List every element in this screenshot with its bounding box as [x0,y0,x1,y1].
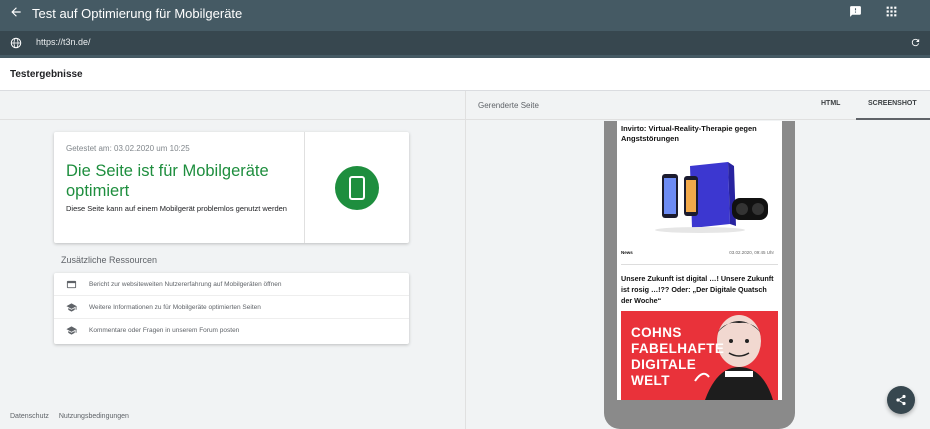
terms-link[interactable]: Nutzungsbedingungen [59,413,129,420]
page-title: Test auf Optimierung für Mobilgeräte [32,6,243,21]
globe-icon [10,37,22,49]
graduation-cap-icon [66,303,77,312]
left-pane: Getestet am: 03.02.2020 um 10:25 Die Sei… [0,91,465,429]
result-headline: Die Seite ist für Mobilgeräte optimiert [66,162,269,200]
article-title: Invirto: Virtual-Reality-Therapie gegen … [621,124,757,143]
resource-item-report[interactable]: Bericht zur websiteweiten Nutzererfahrun… [54,273,409,296]
results-heading: Testergebnisse [10,69,83,80]
rendered-toolbar: Gerenderte Seite HTML SCREENSHOT [466,91,930,120]
article-title: Unsere Zukunft ist digital …! Unsere Zuk… [621,274,774,305]
image-text-line: DIGITALE [631,357,697,372]
resources-card: Bericht zur websiteweiten Nutzererfahrun… [54,273,409,344]
article-meta: News 03.02.2020, 09:45 Uhr [621,250,778,259]
tested-date: Getestet am: 03.02.2020 um 10:25 [66,144,190,153]
mobile-friendly-badge [335,166,379,210]
image-text-line: WELT [631,373,670,388]
reload-icon[interactable] [910,37,921,48]
smartphone-icon [349,176,365,200]
phone-screenshot[interactable]: Invirto: Virtual-Reality-Therapie gegen … [617,121,782,400]
right-pane: Gerenderte Seite HTML SCREENSHOT Invirto… [465,91,930,429]
privacy-link[interactable]: Datenschutz [10,413,49,420]
result-description: Diese Seite kann auf einem Mobilgerät pr… [66,204,287,213]
share-icon [896,394,906,406]
article-image [630,158,770,238]
url-text[interactable]: https://t3n.de/ [36,37,91,47]
url-field[interactable]: https://t3n.de/ [0,31,930,55]
tab-html[interactable]: HTML [821,100,840,107]
card-divider [304,132,305,243]
resources-heading: Zusätzliche Ressourcen [61,255,158,265]
left-subbar [0,91,465,120]
article-image: COHNS FABELHAFTE DIGITALE WELT [621,311,778,400]
results-header: Testergebnisse [0,58,930,91]
title-row: Test auf Optimierung für Mobilgeräte [0,0,930,27]
result-card: Getestet am: 03.02.2020 um 10:25 Die Sei… [54,132,409,243]
phone-frame: Invirto: Virtual-Reality-Therapie gegen … [604,121,795,429]
rendered-page-label: Gerenderte Seite [478,101,539,110]
footer-links: Datenschutz Nutzungsbedingungen [10,413,137,420]
share-button[interactable] [887,386,915,414]
article-category: News [621,250,633,255]
browser-window-icon [66,280,77,289]
image-text-line: COHNS [631,325,682,340]
apps-grid-icon[interactable] [885,5,898,18]
resource-item-label[interactable]: Weitere Informationen zu für Mobilgeräte… [89,304,261,311]
resource-item-label[interactable]: Bericht zur websiteweiten Nutzererfahrun… [89,281,281,288]
resource-item-info[interactable]: Weitere Informationen zu für Mobilgeräte… [54,296,409,319]
back-arrow-icon[interactable] [9,5,23,19]
resource-item-forum[interactable]: Kommentare oder Fragen in unserem Forum … [54,319,409,342]
resource-item-label[interactable]: Kommentare oder Fragen in unserem Forum … [89,327,239,334]
tab-screenshot[interactable]: SCREENSHOT [868,100,917,107]
article-date: 03.02.2020, 09:45 Uhr [729,250,774,255]
active-tab-indicator [856,118,930,120]
feedback-icon[interactable] [849,5,862,18]
article-separator [621,264,778,265]
app-bar: Test auf Optimierung für Mobilgeräte htt… [0,0,930,58]
graduation-cap-icon [66,326,77,335]
image-text-line: FABELHAFTE [631,341,725,356]
